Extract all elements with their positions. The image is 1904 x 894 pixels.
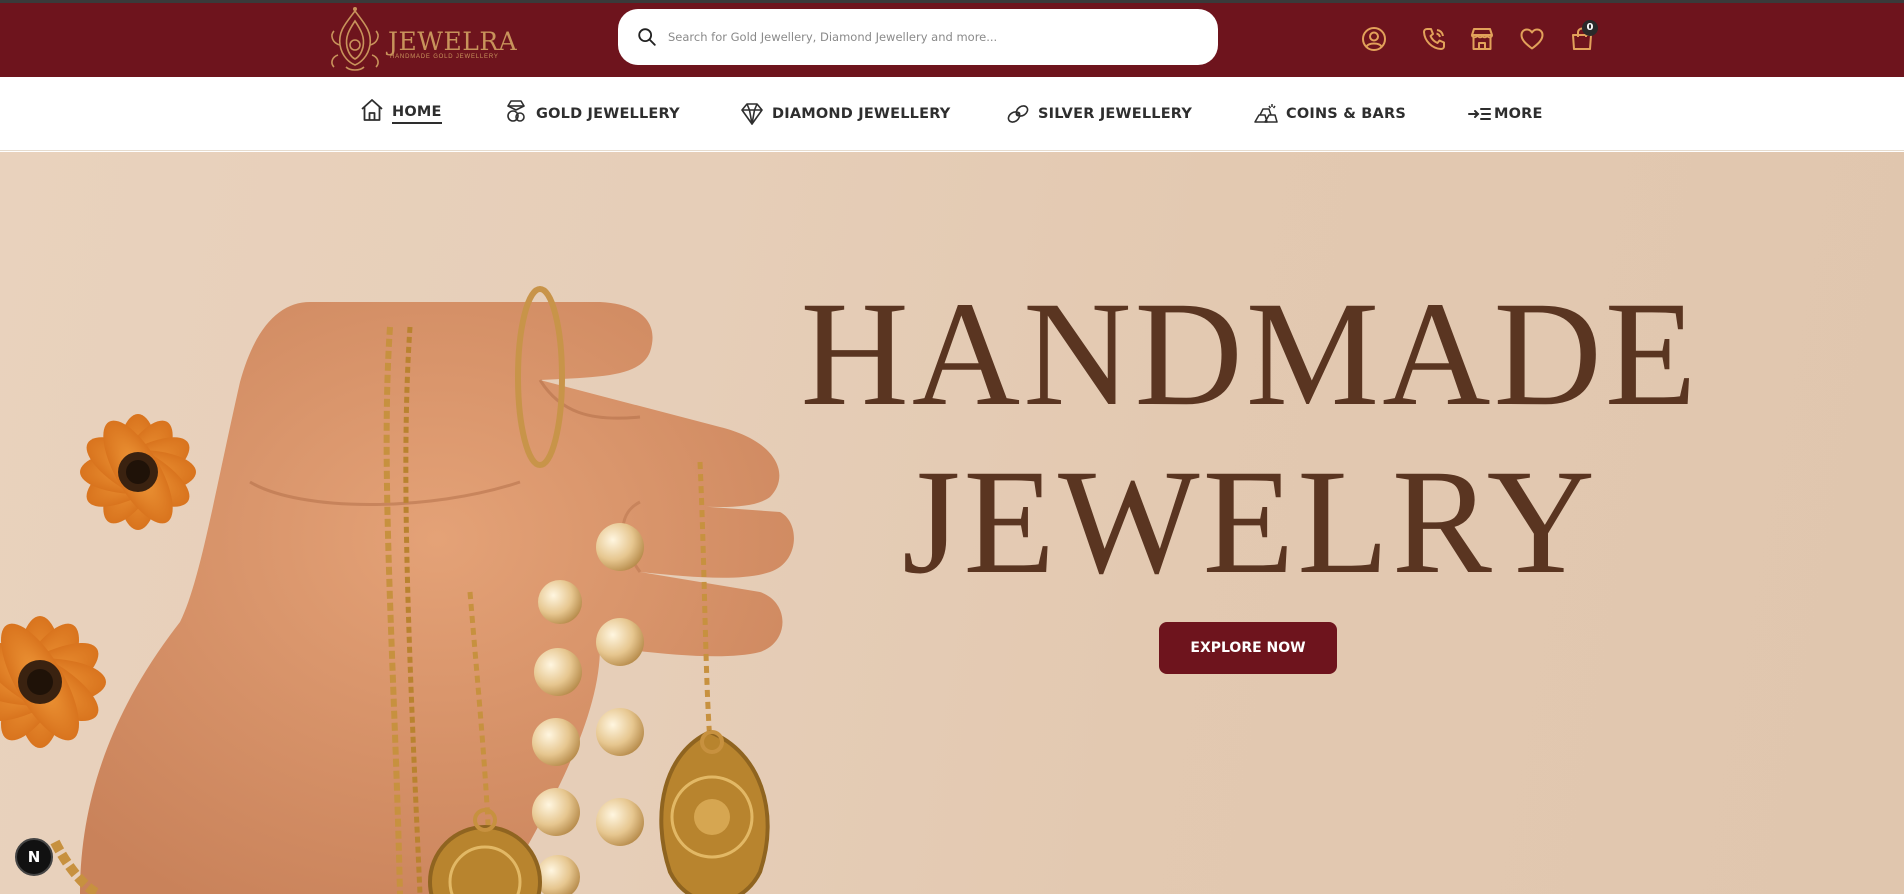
pendant-right [659, 729, 770, 894]
brand-tagline: HANDMADE GOLD JEWELLERY [390, 54, 499, 60]
hero-title-line-1: HANDMADE [800, 271, 1700, 437]
main-navigation: HOME GOLD JEWELLERY DIAMOND JEWELLERY SI… [0, 77, 1904, 151]
nav-item-more[interactable]: MORE [1466, 77, 1543, 151]
store-icon[interactable] [1468, 25, 1496, 53]
diamond-icon [738, 100, 766, 128]
nav-item-silver-jewellery[interactable]: SILVER JEWELLERY [1004, 77, 1192, 151]
nav-label-home: HOME [392, 104, 442, 124]
search-input[interactable] [666, 9, 1206, 65]
nav-item-coins-bars[interactable]: COINS & BARS [1252, 77, 1406, 151]
search-bar [618, 9, 1218, 65]
nav-item-gold-jewellery[interactable]: GOLD JEWELLERY [502, 77, 680, 151]
brand-logo[interactable]: JEWELRA HANDMADE GOLD JEWELLERY [326, 5, 517, 73]
hero-title: HANDMADE JEWELRY [780, 270, 1720, 606]
hero-jewelry-hand-image [0, 286, 794, 894]
brand-name: JEWELRA [388, 27, 518, 56]
flower-bottom [0, 616, 106, 748]
account-icon[interactable] [1360, 25, 1388, 53]
dev-tools-badge[interactable]: N [15, 838, 53, 876]
search-icon[interactable] [636, 26, 658, 48]
cart-count-badge: 0 [1582, 20, 1598, 36]
wishlist-heart-icon[interactable] [1518, 25, 1546, 53]
silver-jewellery-icon [1004, 100, 1032, 128]
site-header: JEWELRA HANDMADE GOLD JEWELLERY Search f… [0, 3, 1904, 77]
hero-title-line-2: JEWELRY [902, 439, 1598, 605]
nav-item-home[interactable]: HOME [358, 77, 442, 151]
explore-now-button[interactable]: EXPLORE NOW [1159, 622, 1337, 674]
nav-label-silver-jewellery: SILVER JEWELLERY [1038, 106, 1193, 122]
nav-item-diamond-jewellery[interactable]: DIAMOND JEWELLERY [738, 77, 950, 151]
hero-banner: HANDMADE JEWELRY EXPLORE NOW [0, 152, 1904, 894]
home-icon [358, 96, 386, 124]
gold-jewellery-icon [502, 97, 530, 125]
more-menu-icon [1466, 100, 1492, 128]
flower-top [80, 414, 196, 530]
nav-label-diamond-jewellery: DIAMOND JEWELLERY [772, 106, 951, 122]
nav-label-gold-jewellery: GOLD JEWELLERY [536, 106, 680, 122]
nav-label-more: MORE [1494, 106, 1543, 122]
phone-icon[interactable] [1420, 25, 1448, 53]
nav-label-coins-bars: COINS & BARS [1286, 106, 1406, 122]
ornate-paisley-logo-icon [331, 7, 379, 71]
coins-bars-icon [1252, 100, 1280, 128]
